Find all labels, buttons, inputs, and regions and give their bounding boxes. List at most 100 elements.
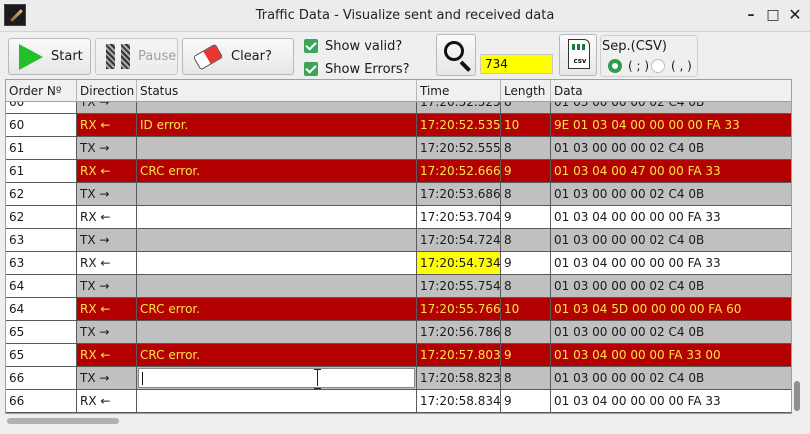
direction-cell[interactable]: TX → [77,321,137,343]
table-row[interactable]: 66 TX → 17:20:58.823 8 01 03 00 00 00 02 C4 … [6,367,791,390]
direction-cell[interactable]: RX ← [77,252,137,274]
horizontal-scroll-thumb[interactable] [7,418,119,424]
start-button[interactable]: Start [8,38,91,75]
column-header-order[interactable]: Order Nº [6,80,77,102]
length-cell[interactable]: 9 [501,206,551,228]
table-row[interactable]: 61 RX ← CRC error. 17:20:52.666 9 01 03 04 00… [6,160,791,183]
data-cell[interactable]: 01 03 00 00 00 02 C4 0B [551,229,791,251]
data-cell[interactable]: 9E 01 03 04 00 00 00 00 FA 33 [551,114,791,136]
status-cell[interactable]: CRC error. [137,344,417,366]
order-cell[interactable]: 64 [6,275,77,297]
order-cell[interactable]: 63 [6,252,77,274]
data-cell[interactable]: 01 03 00 00 00 02 C4 0B [551,367,791,389]
length-cell[interactable]: 10 [501,114,551,136]
table-row[interactable]: 65 RX ← CRC error. 17:20:57.803 9 01 03 04 00… [6,344,791,367]
direction-cell[interactable]: TX → [77,102,137,113]
table-row[interactable]: 64 TX → 17:20:55.754 8 01 03 00 00 00 02 C4 … [6,275,791,298]
time-cell[interactable]: 17:20:53.686 [417,183,501,205]
length-cell[interactable]: 8 [501,137,551,159]
time-cell[interactable]: 17:20:54.734 [417,252,501,274]
data-cell[interactable]: 01 03 00 00 00 02 C4 0B [551,321,791,343]
column-header-length[interactable]: Length [501,80,551,102]
direction-cell[interactable]: TX → [77,183,137,205]
length-cell[interactable]: 9 [501,344,551,366]
horizontal-scrollbar[interactable] [5,416,792,426]
status-cell[interactable] [137,390,417,412]
order-cell[interactable]: 61 [6,137,77,159]
order-cell[interactable]: 64 [6,298,77,320]
column-header-status[interactable]: Status [137,80,417,102]
comma-radio[interactable] [651,59,665,73]
time-cell[interactable]: 17:20:52.555 [417,137,501,159]
minimize-button[interactable]: – [743,7,759,23]
time-cell[interactable]: 17:20:55.754 [417,275,501,297]
time-cell[interactable]: 17:20:55.766 [417,298,501,320]
column-header-direction[interactable]: Direction [77,80,137,102]
order-cell[interactable]: 63 [6,229,77,251]
status-cell[interactable] [137,321,417,343]
direction-cell[interactable]: RX ← [77,114,137,136]
time-cell[interactable]: 17:20:57.803 [417,344,501,366]
time-cell[interactable]: 17:20:54.724 [417,229,501,251]
length-cell[interactable]: 9 [501,252,551,274]
length-cell[interactable]: 10 [501,298,551,320]
semicolon-radio[interactable] [608,59,622,73]
column-header-data[interactable]: Data [551,80,791,102]
table-row[interactable]: 65 TX → 17:20:56.786 8 01 03 00 00 00 02 C4 … [6,321,791,344]
table-row[interactable]: 63 RX ← 17:20:54.734 9 01 03 04 00 00 00 00 … [6,252,791,275]
status-cell[interactable] [137,275,417,297]
data-cell[interactable]: 01 03 00 00 00 02 C4 0B [551,183,791,205]
direction-cell[interactable]: RX ← [77,344,137,366]
order-cell[interactable]: 60 [6,102,77,113]
export-csv-button[interactable]: csv [559,34,597,76]
status-edit-field[interactable] [138,368,415,388]
direction-cell[interactable]: TX → [77,275,137,297]
show-valid-checkbox[interactable]: Show valid? [304,37,402,55]
table-row[interactable]: 60 RX ← ID error. 17:20:52.535 10 9E 01 03 04… [6,114,791,137]
table-row[interactable]: 63 TX → 17:20:54.724 8 01 03 00 00 00 02 C4 … [6,229,791,252]
vertical-scroll-thumb[interactable] [794,381,800,411]
direction-cell[interactable]: RX ← [77,298,137,320]
length-cell[interactable]: 8 [501,183,551,205]
maximize-button[interactable]: □ [765,7,781,23]
time-cell[interactable]: 17:20:58.834 [417,390,501,412]
status-cell[interactable] [137,206,417,228]
show-errors-checkbox[interactable]: Show Errors? [304,60,410,78]
direction-cell[interactable]: TX → [77,137,137,159]
length-cell[interactable]: 9 [501,160,551,182]
order-cell[interactable]: 62 [6,183,77,205]
length-cell[interactable]: 8 [501,102,551,113]
close-button[interactable]: ✕ [787,7,803,23]
order-cell[interactable]: 65 [6,321,77,343]
time-cell[interactable]: 17:20:56.786 [417,321,501,343]
search-button[interactable] [436,34,476,76]
time-cell[interactable]: 17:20:52.535 [417,114,501,136]
vertical-scrollbar[interactable] [793,79,803,414]
time-cell[interactable]: 17:20:52.666 [417,160,501,182]
data-cell[interactable]: 01 03 04 00 00 00 00 FA 33 [551,206,791,228]
order-cell[interactable]: 66 [6,390,77,412]
length-cell[interactable]: 8 [501,321,551,343]
data-cell[interactable]: 01 03 04 00 00 00 00 FA 33 [551,390,791,412]
pause-button[interactable]: Pause [95,38,178,75]
table-row[interactable]: 61 TX → 17:20:52.555 8 01 03 00 00 00 02 C4 … [6,137,791,160]
table-row[interactable]: 62 TX → 17:20:53.686 8 01 03 00 00 00 02 C4 … [6,183,791,206]
table-row[interactable]: 66 RX ← 17:20:58.834 9 01 03 04 00 00 00 00 … [6,390,791,413]
data-cell[interactable]: 01 03 00 00 00 02 C4 0B [551,137,791,159]
status-cell[interactable] [137,229,417,251]
data-cell[interactable]: 01 03 00 00 00 02 C4 0B [551,275,791,297]
status-cell[interactable]: CRC error. [137,160,417,182]
order-cell[interactable]: 62 [6,206,77,228]
order-cell[interactable]: 65 [6,344,77,366]
data-cell[interactable]: 01 03 04 00 00 00 FA 33 00 [551,344,791,366]
table-row[interactable]: 62 RX ← 17:20:53.704 9 01 03 04 00 00 00 00 … [6,206,791,229]
time-cell[interactable]: 17:20:58.823 [417,367,501,389]
table-row[interactable]: 60 TX → 17:20:52.525 8 01 03 00 00 00 02 C4 … [6,102,791,114]
clear-button[interactable]: Clear? [182,38,294,75]
order-cell[interactable]: 60 [6,114,77,136]
direction-cell[interactable]: RX ← [77,160,137,182]
length-cell[interactable]: 8 [501,367,551,389]
column-header-time[interactable]: Time [417,80,501,102]
order-cell[interactable]: 66 [6,367,77,389]
status-cell[interactable] [137,183,417,205]
